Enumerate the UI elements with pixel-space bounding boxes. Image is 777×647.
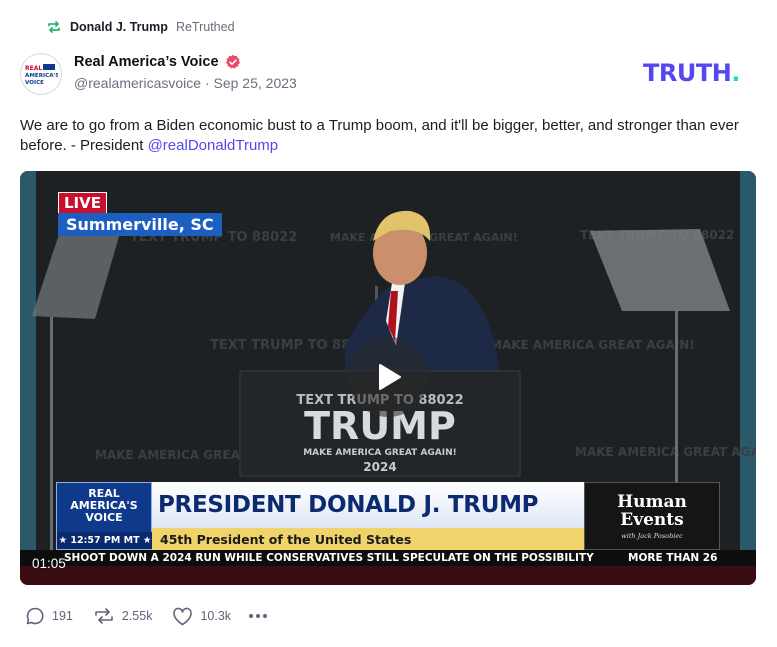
subtitle-text: 45th President of the United States xyxy=(160,531,412,547)
svg-text:REAL: REAL xyxy=(25,65,42,72)
author-handle[interactable]: @realamericasvoice xyxy=(74,75,201,91)
sponsor-subtitle: with Jack Posobiec xyxy=(621,531,683,540)
reply-button[interactable]: 191 xyxy=(25,606,73,626)
lower-third: REAL AMERICA'S VOICE ★ 12:57 PM MT ★ PRE… xyxy=(56,482,720,550)
verified-badge-icon xyxy=(225,54,241,70)
play-button[interactable] xyxy=(348,337,428,417)
ticker-text-next: MORE THAN 26 xyxy=(628,552,718,564)
play-icon xyxy=(379,364,401,390)
ticker-text: SHOOT DOWN A 2024 RUN WHILE CONSERVATIVE… xyxy=(64,552,594,564)
dot xyxy=(263,614,268,618)
truth-logo[interactable]: TRUTH. xyxy=(643,61,740,85)
retruth-icon xyxy=(46,19,62,35)
news-ticker: SHOOT DOWN A 2024 RUN WHILE CONSERVATIVE… xyxy=(20,550,756,566)
more-options-icon[interactable] xyxy=(249,614,268,618)
video-player[interactable]: TEXT TRUMP TO 88022 TEXT TRUMP TO 88022 … xyxy=(20,171,756,585)
retruth-button[interactable]: 2.55k xyxy=(93,606,153,626)
post-date[interactable]: Sep 25, 2023 xyxy=(214,75,297,91)
podium-text: MAKE AMERICA GREAT AGAIN! xyxy=(303,448,457,458)
podium-text: 2024 xyxy=(363,460,396,474)
lower-third-subtitle: 45th President of the United States xyxy=(152,528,584,550)
truth-logo-dot: . xyxy=(731,59,740,87)
video-timestamp: 01:05 xyxy=(32,556,66,571)
sponsor-logo: Human Events with Jack Posobiec xyxy=(584,482,720,550)
retruth-count: 2.55k xyxy=(121,609,153,623)
retruth-label: ReTruthed xyxy=(175,20,235,34)
reply-count: 191 xyxy=(52,609,73,623)
svg-text:VOICE: VOICE xyxy=(25,80,44,86)
mention-link[interactable]: @realDonaldTrump xyxy=(148,137,279,154)
headline-text: PRESIDENT DONALD J. TRUMP xyxy=(158,492,539,518)
truth-logo-text: TRUTH xyxy=(643,59,732,87)
heart-icon xyxy=(173,607,193,625)
reply-icon xyxy=(26,607,44,625)
retruth-header: Donald J. Trump ReTruthed xyxy=(46,19,235,35)
retruth-user-name[interactable]: Donald J. Trump xyxy=(70,20,168,34)
network-logo-text: REAL AMERICA'S VOICE xyxy=(70,487,138,524)
backdrop-text: MAKE AMERICA GREAT AGAIN! xyxy=(490,338,695,352)
broadcast-time: ★ 12:57 PM MT ★ xyxy=(57,532,153,549)
video-bottom-strip xyxy=(20,566,756,585)
author-meta: @realamericasvoice · Sep 25, 2023 xyxy=(74,75,297,91)
post-text: We are to go from a Biden economic bust … xyxy=(20,116,765,156)
location-label: Summerville, SC xyxy=(58,213,222,236)
post-body: We are to go from a Biden economic bust … xyxy=(20,117,739,154)
post-author: Real America’s Voice @realamericasvoice … xyxy=(74,54,297,91)
avatar[interactable]: REAL AMERICA'S VOICE xyxy=(20,53,62,95)
like-count: 10.3k xyxy=(200,609,232,623)
dot xyxy=(249,614,254,618)
live-badge: LIVE xyxy=(58,192,107,214)
svg-text:AMERICA'S: AMERICA'S xyxy=(25,73,58,79)
network-logo: REAL AMERICA'S VOICE ★ 12:57 PM MT ★ xyxy=(56,482,153,550)
lower-third-headline: PRESIDENT DONALD J. TRUMP xyxy=(152,482,584,528)
retruth-icon xyxy=(95,608,113,624)
author-name[interactable]: Real America’s Voice xyxy=(74,54,219,70)
backdrop-text: MAKE AMERICA GREAT AGAIN! xyxy=(575,445,756,459)
network-logo-icon: REAL AMERICA'S VOICE xyxy=(24,62,58,86)
dot xyxy=(256,614,261,618)
sponsor-title: Human Events xyxy=(617,491,687,530)
post-actions: 191 2.55k 10.3k xyxy=(25,606,268,626)
meta-separator: · xyxy=(204,75,210,91)
like-button[interactable]: 10.3k xyxy=(172,607,231,626)
